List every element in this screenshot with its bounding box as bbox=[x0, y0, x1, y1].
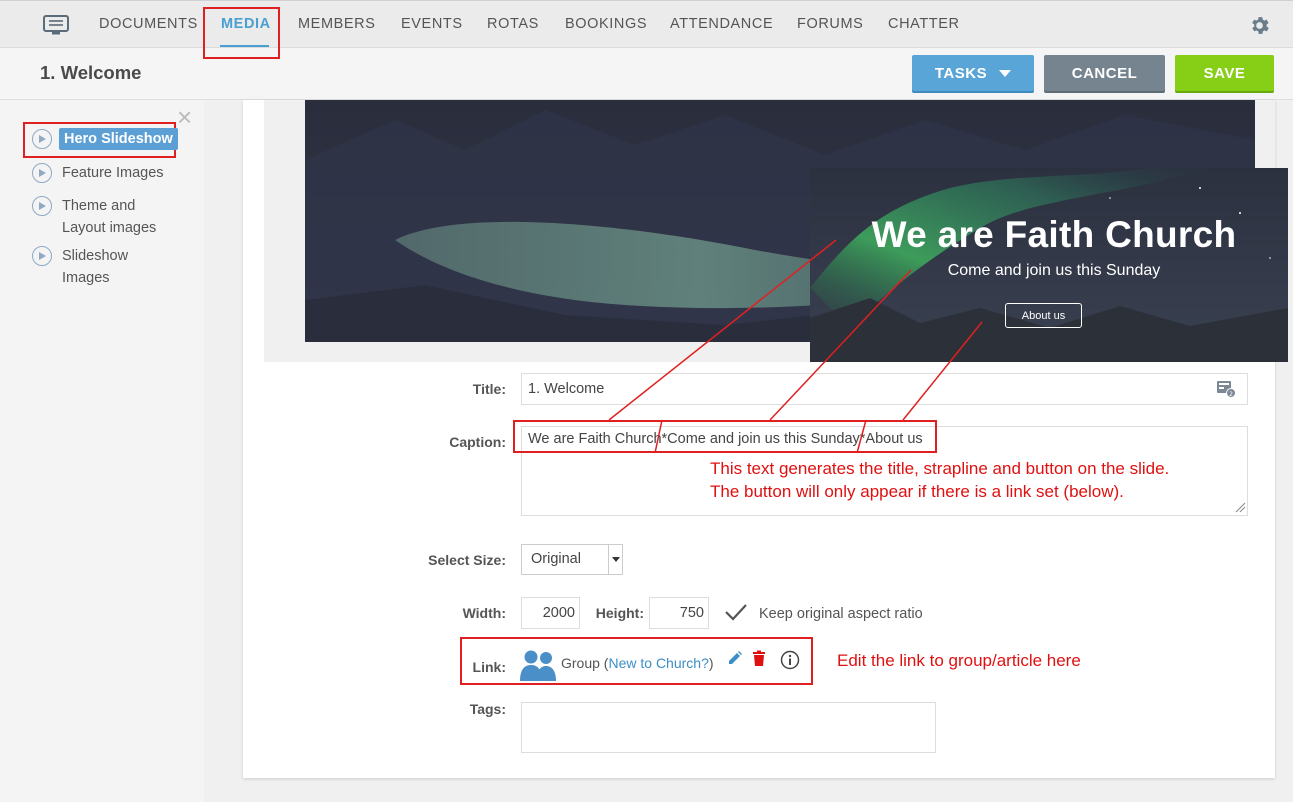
page-header: 1. Welcome TASKS CANCEL SAVE bbox=[0, 48, 1293, 100]
annotation-highlight-media bbox=[203, 7, 280, 59]
resize-handle-icon[interactable] bbox=[1234, 501, 1246, 513]
caption-label: Caption: bbox=[449, 434, 506, 450]
aspect-ratio-label: Keep original aspect ratio bbox=[759, 606, 923, 622]
tasks-button[interactable]: TASKS bbox=[912, 55, 1034, 91]
chevron-down-icon bbox=[608, 545, 622, 574]
caret-down-icon bbox=[999, 69, 1012, 77]
annotation-caption-note-1: This text generates the title, strapline… bbox=[710, 459, 1170, 478]
form-field-icon[interactable]: 2 bbox=[1216, 380, 1236, 398]
slide-title: We are Faith Church bbox=[871, 214, 1237, 255]
cancel-button[interactable]: CANCEL bbox=[1044, 55, 1165, 91]
play-circle-icon bbox=[32, 163, 52, 183]
sidebar: × Hero Slideshow Feature Images Theme an… bbox=[0, 100, 204, 802]
screen-icon[interactable] bbox=[43, 15, 69, 35]
sidebar-item-label: Slideshow Images bbox=[62, 248, 129, 286]
tags-field[interactable] bbox=[521, 702, 936, 753]
close-icon[interactable]: × bbox=[177, 104, 192, 130]
sidebar-item-label: Hero Slideshow bbox=[59, 128, 178, 150]
annotation-link-note: Edit the link to group/article here bbox=[837, 651, 1081, 670]
nav-item-documents[interactable]: DOCUMENTS bbox=[99, 16, 198, 32]
sidebar-item-label: Feature Images bbox=[62, 165, 164, 181]
width-field[interactable]: 2000 bbox=[521, 597, 580, 629]
size-select-value: Original bbox=[531, 551, 581, 567]
slide-button: About us bbox=[1005, 303, 1082, 328]
page-title: 1. Welcome bbox=[40, 62, 142, 83]
nav-item-events[interactable]: EVENTS bbox=[401, 16, 463, 32]
image-preview-area: We are Faith Church Come and join us thi… bbox=[264, 100, 1288, 362]
slide-strapline: Come and join us this Sunday bbox=[947, 262, 1161, 279]
annotation-caption-note-2: The button will only appear if there is … bbox=[710, 482, 1124, 501]
nav-item-forums[interactable]: FORUMS bbox=[797, 16, 863, 32]
title-field[interactable]: 1. Welcome bbox=[521, 373, 1248, 405]
svg-text:2: 2 bbox=[1229, 391, 1233, 398]
top-navigation: DOCUMENTS MEDIA MEMBERS EVENTS ROTAS BOO… bbox=[0, 0, 1293, 48]
title-label: Title: bbox=[472, 381, 506, 397]
tasks-label: TASKS bbox=[934, 64, 988, 82]
select-size-label: Select Size: bbox=[428, 552, 506, 568]
nav-item-bookings[interactable]: BOOKINGS bbox=[565, 16, 647, 32]
nav-item-members[interactable]: MEMBERS bbox=[298, 16, 376, 32]
sidebar-item-label: Theme and Layout images bbox=[62, 198, 157, 236]
size-select[interactable]: Original bbox=[521, 544, 623, 575]
gear-icon[interactable] bbox=[1248, 14, 1271, 37]
annotation-highlight-caption bbox=[513, 420, 937, 453]
height-label: Height: bbox=[595, 605, 644, 621]
height-field[interactable]: 750 bbox=[649, 597, 709, 629]
width-label: Width: bbox=[462, 605, 506, 621]
slide-preview-overlay: We are Faith Church Come and join us thi… bbox=[810, 168, 1288, 362]
checkmark-icon[interactable] bbox=[724, 602, 748, 622]
save-button[interactable]: SAVE bbox=[1175, 55, 1274, 91]
tags-label: Tags: bbox=[469, 701, 506, 717]
nav-item-chatter[interactable]: CHATTER bbox=[888, 16, 960, 32]
play-circle-icon bbox=[32, 196, 52, 216]
play-circle-icon bbox=[32, 129, 52, 149]
annotation-highlight-link bbox=[460, 637, 813, 685]
play-circle-icon bbox=[32, 246, 52, 266]
nav-item-attendance[interactable]: ATTENDANCE bbox=[670, 16, 773, 32]
nav-item-rotas[interactable]: ROTAS bbox=[487, 16, 539, 32]
